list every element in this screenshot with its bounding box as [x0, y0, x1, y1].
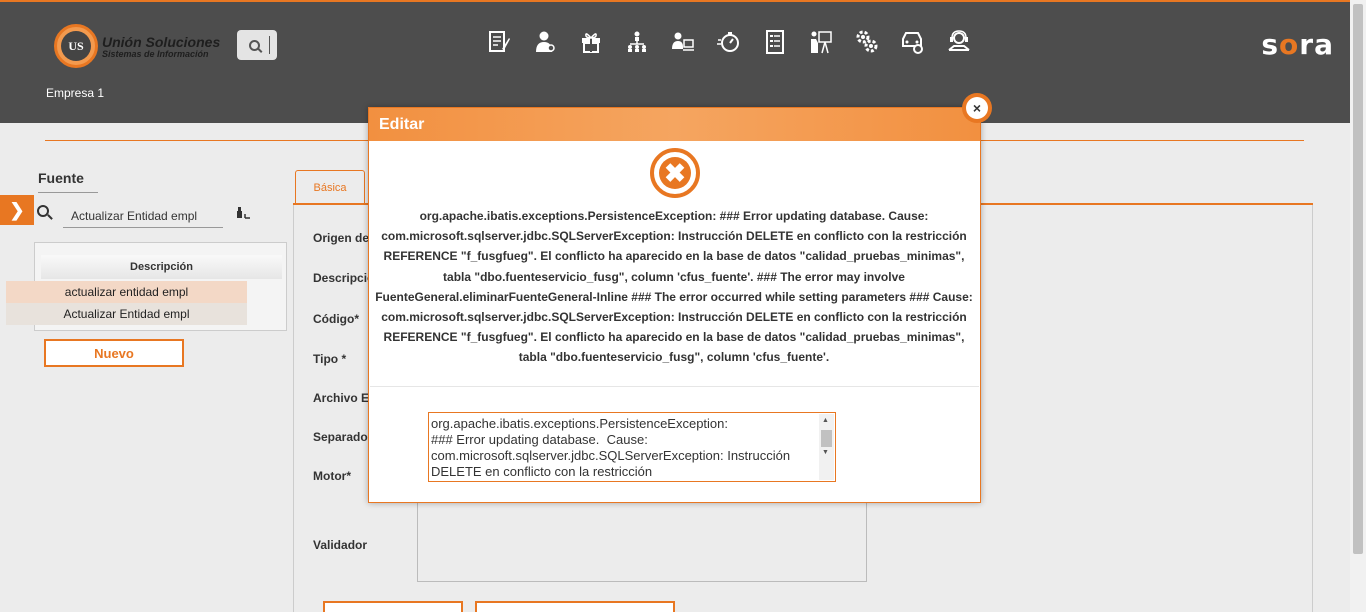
label-archivo: Archivo Ex — [313, 391, 376, 405]
error-detail-textarea[interactable]: org.apache.ibatis.exceptions.Persistence… — [428, 412, 836, 482]
error-icon: ✖ — [650, 148, 700, 198]
logo-subtitle: Sistemas de Información — [102, 48, 209, 59]
label-descripcion: Descripció — [313, 271, 375, 285]
app-header: US Unión Soluciones Sistemas de Informac… — [0, 2, 1350, 123]
module-toolbar — [487, 28, 971, 56]
presentation-icon[interactable] — [809, 28, 833, 56]
user-admin-icon[interactable] — [533, 28, 557, 56]
scrollbar-thumb[interactable] — [1353, 4, 1363, 554]
logo-mark: US — [54, 24, 98, 68]
label-tipo: Tipo * — [313, 352, 347, 366]
error-message: org.apache.ibatis.exceptions.Persistence… — [375, 209, 973, 365]
logo-text: Unión Soluciones Sistemas de Información — [102, 34, 220, 59]
dialog-title: Editar — [379, 116, 425, 133]
users-desk-icon[interactable] — [671, 28, 695, 56]
search-icon[interactable] — [37, 205, 49, 217]
logo-title: Unión Soluciones — [102, 33, 221, 50]
car-settings-icon[interactable] — [901, 28, 925, 56]
tab-basica[interactable]: Básica — [295, 170, 365, 205]
support-agent-icon[interactable] — [947, 28, 971, 56]
new-button[interactable]: Nuevo — [44, 339, 184, 367]
label-separador: Separador — [313, 430, 373, 444]
label-motor: Motor* — [313, 469, 351, 483]
textarea-scrollbar[interactable]: ▲ ▼ — [819, 414, 834, 480]
label-codigo: Código* — [313, 312, 359, 326]
settings-gears-icon[interactable] — [855, 28, 879, 56]
table-row[interactable]: Actualizar Entidad empl — [6, 303, 247, 325]
scroll-down-icon[interactable]: ▼ — [822, 449, 829, 456]
dialog-header: Editar — [369, 108, 980, 141]
clear-filter-icon[interactable] — [235, 205, 251, 221]
header-search-button[interactable] — [237, 30, 277, 60]
sidebar-toggle-button[interactable]: ❯ — [0, 195, 34, 225]
label-origen: Origen de — [313, 231, 370, 245]
validator-textarea[interactable] — [417, 500, 867, 582]
timer-icon[interactable] — [717, 28, 741, 56]
fuente-search-input[interactable] — [63, 204, 223, 228]
label-validador: Validador — [313, 538, 368, 552]
close-icon: × — [966, 97, 988, 119]
form-action-button[interactable] — [323, 601, 463, 612]
sidebar-title: Fuente — [38, 170, 98, 193]
page-scrollbar[interactable] — [1350, 0, 1366, 612]
table-row[interactable]: actualizar entidad empl — [6, 281, 247, 303]
scroll-up-icon[interactable]: ▲ — [822, 417, 829, 424]
hierarchy-icon[interactable] — [625, 28, 649, 56]
edit-document-icon[interactable] — [487, 28, 511, 56]
brand-logo: sora — [1261, 28, 1334, 61]
chevron-right-icon: ❯ — [9, 199, 25, 220]
gift-icon[interactable] — [579, 28, 603, 56]
document-list-icon[interactable] — [763, 28, 787, 56]
grid-header-description[interactable]: Descripción — [41, 255, 282, 279]
dialog-separator — [370, 386, 979, 387]
search-icon — [248, 39, 260, 51]
form-action-button[interactable] — [475, 601, 675, 612]
search-separator — [269, 36, 270, 54]
company-name[interactable]: Empresa 1 — [46, 86, 104, 100]
textarea-scroll-thumb[interactable] — [821, 430, 832, 447]
company-logo[interactable]: US Unión Soluciones Sistemas de Informac… — [54, 24, 220, 68]
dialog-close-button[interactable]: × — [962, 93, 992, 123]
logo-mark-text: US — [61, 31, 91, 61]
